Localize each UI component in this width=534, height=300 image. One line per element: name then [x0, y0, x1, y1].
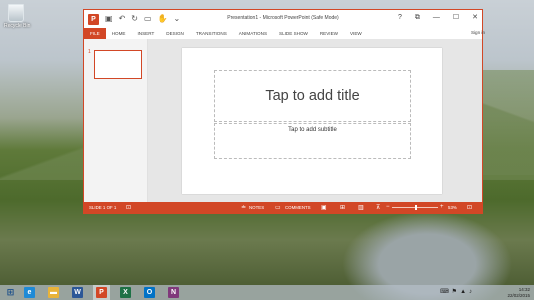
slide[interactable]: Tap to add title Tap to add subtitle: [182, 48, 442, 194]
network-icon[interactable]: ▲: [460, 289, 469, 295]
fit-slide-icon[interactable]: ⊡: [467, 204, 472, 211]
keyboard-icon[interactable]: ⌨: [440, 289, 452, 295]
help-icon[interactable]: ?: [398, 13, 402, 23]
slide-thumbnail[interactable]: [94, 50, 142, 79]
slide-thumbnail-pane: 1: [84, 39, 148, 204]
zoom-in-button[interactable]: +: [440, 204, 444, 210]
outlook-icon[interactable]: O: [144, 287, 155, 298]
zoom-out-button[interactable]: −: [386, 204, 390, 210]
comments-button[interactable]: COMMENTS: [285, 205, 311, 210]
excel-icon[interactable]: X: [120, 287, 131, 298]
maximize-icon[interactable]: ☐: [453, 13, 459, 23]
tab-animations[interactable]: ANIMATIONS: [239, 31, 267, 36]
minimize-icon[interactable]: —: [433, 13, 440, 23]
start-icon[interactable]: ⊞: [5, 287, 16, 298]
tab-slide-show[interactable]: SLIDE SHOW: [279, 31, 308, 36]
slide-show-icon[interactable]: ⊼: [376, 204, 380, 211]
volume-icon[interactable]: ♪: [469, 289, 475, 295]
window-controls: ? ⧉ — ☐ ✕: [398, 13, 478, 23]
zoom-slider-thumb[interactable]: [414, 205, 417, 210]
notes-button[interactable]: NOTES: [249, 205, 264, 210]
zoom-level[interactable]: 53%: [448, 205, 457, 210]
normal-view-icon[interactable]: ▣: [321, 204, 327, 211]
ribbon-tabs: FILE HOME INSERT DESIGN TRANSITIONS ANIM…: [84, 28, 482, 39]
spell-check-icon[interactable]: ⊡: [126, 204, 131, 211]
onenote-icon[interactable]: N: [168, 287, 179, 298]
file-explorer-icon[interactable]: ▬: [48, 287, 59, 298]
tab-transitions[interactable]: TRANSITIONS: [196, 31, 227, 36]
sign-in-link[interactable]: Sign in: [471, 30, 485, 35]
clock-date: 22/02/2015: [507, 292, 530, 298]
tab-insert[interactable]: INSERT: [137, 31, 154, 36]
slide-thumbnail-number: 1: [88, 49, 91, 55]
taskbar: ⊞ e ▬ W P X O N ⌨⚑▲♪ 14:32 22/02/2015: [0, 285, 534, 300]
zoom-slider[interactable]: [392, 205, 438, 210]
notes-icon: ≐: [241, 205, 247, 211]
tab-design[interactable]: DESIGN: [166, 31, 184, 36]
subtitle-placeholder[interactable]: Tap to add subtitle: [214, 123, 411, 159]
slide-count: SLIDE 1 OF 1: [89, 205, 117, 210]
title-placeholder[interactable]: Tap to add title: [214, 70, 411, 122]
tab-file[interactable]: FILE: [84, 28, 106, 39]
word-icon[interactable]: W: [72, 287, 83, 298]
tab-home[interactable]: HOME: [112, 31, 126, 36]
status-bar: SLIDE 1 OF 1 ⊡ ≐ NOTES ▭ COMMENTS ▣ ⊞ ▥ …: [84, 202, 482, 213]
close-icon[interactable]: ✕: [472, 13, 478, 23]
slide-editing-area: Tap to add title Tap to add subtitle: [148, 39, 482, 204]
powerpoint-window: P ▣ ↶ ↻ ▭ ✋ ⌄ Presentation1 - Microsoft …: [83, 9, 485, 214]
ie-icon[interactable]: e: [24, 287, 35, 298]
reading-view-icon[interactable]: ▥: [358, 204, 364, 211]
system-tray: ⌨⚑▲♪: [440, 288, 475, 295]
clock[interactable]: 14:32 22/02/2015: [507, 287, 530, 298]
powerpoint-icon[interactable]: P: [96, 287, 107, 298]
recycle-bin-shortcut[interactable]: Recycle Bin: [4, 4, 31, 29]
recycle-bin-label: Recycle Bin: [4, 23, 31, 29]
comments-icon: ▭: [275, 205, 281, 211]
tab-view[interactable]: VIEW: [350, 31, 362, 36]
title-bar: P ▣ ↶ ↻ ▭ ✋ ⌄ Presentation1 - Microsoft …: [84, 10, 482, 28]
ribbon-display-options-icon[interactable]: ⧉: [415, 13, 420, 23]
slide-sorter-icon[interactable]: ⊞: [340, 204, 345, 211]
tab-review[interactable]: REVIEW: [320, 31, 338, 36]
recycle-bin-icon: [8, 4, 24, 22]
flag-icon[interactable]: ⚑: [452, 289, 460, 295]
